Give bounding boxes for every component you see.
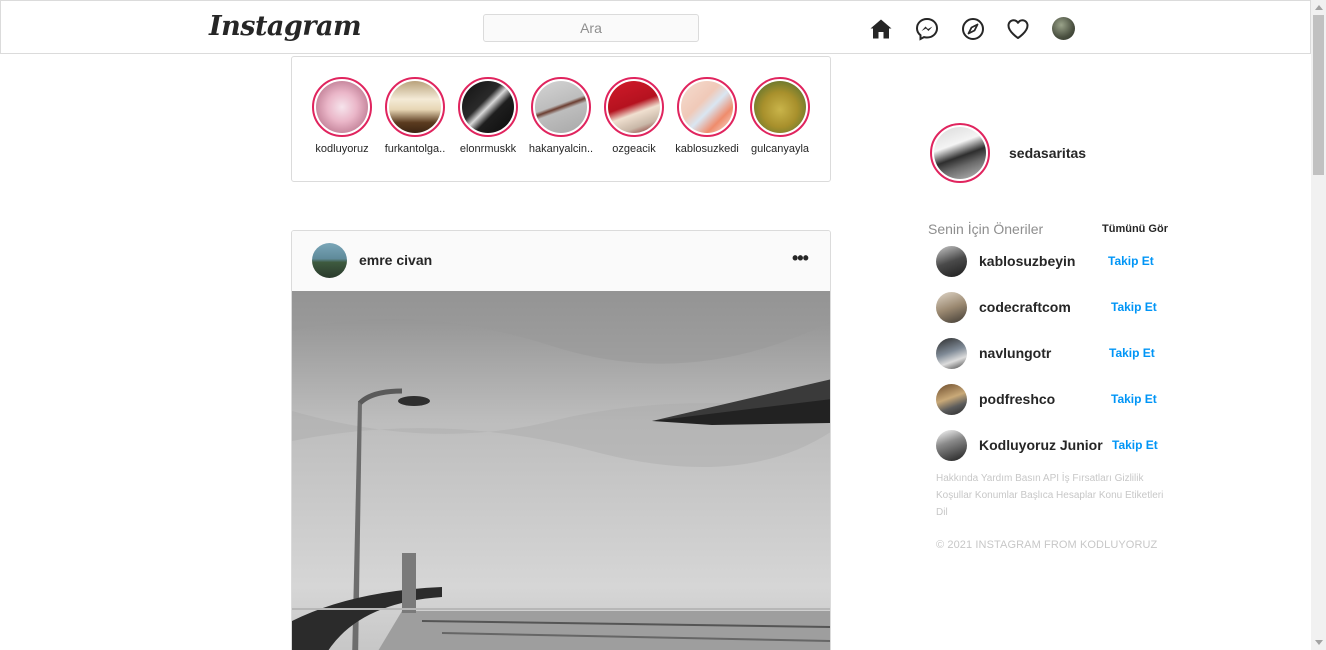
heart-icon[interactable] [1006,17,1030,41]
story-item[interactable]: ozgeacik [597,77,671,155]
explore-icon[interactable] [961,17,985,41]
scroll-up-arrow-icon[interactable] [1315,5,1323,10]
home-icon[interactable] [869,17,893,41]
suggestion-row: Kodluyoruz Junior Takip Et [936,430,1176,462]
story-avatar [608,81,660,133]
suggestions-title: Senin İçin Öneriler [928,221,1044,237]
suggestion-row: codecraftcom Takip Et [936,292,1176,324]
page-scrollbar[interactable] [1311,0,1326,650]
story-avatar [389,81,441,133]
story-ring[interactable] [458,77,518,137]
feed-post: emre civan ••• [291,230,831,650]
follow-button[interactable]: Takip Et [1112,438,1158,452]
suggestion-row: podfreshco Takip Et [936,384,1176,416]
story-item[interactable]: hakanyalcin.. [524,77,598,155]
see-all-link[interactable]: Tümünü Gör [1102,223,1168,235]
suggestion-avatar[interactable] [936,246,967,277]
search-input[interactable] [483,14,699,42]
story-username: kodluyoruz [315,143,369,155]
story-username: hakanyalcin.. [528,143,594,155]
story-item[interactable]: gulcanyayla [743,77,817,155]
scroll-down-arrow-icon[interactable] [1315,640,1323,645]
story-username: furkantolga.. [384,143,446,155]
story-avatar [754,81,806,133]
story-item[interactable]: kodluyoruz [305,77,379,155]
top-nav-bar: Instagram [0,0,1311,54]
follow-button[interactable]: Takip Et [1109,346,1155,360]
suggestion-avatar[interactable] [936,292,967,323]
follow-button[interactable]: Takip Et [1108,254,1154,268]
current-user-avatar-image [934,127,986,179]
story-item[interactable]: elonrmuskk [451,77,525,155]
story-ring[interactable] [604,77,664,137]
story-username: ozgeacik [612,143,656,155]
story-avatar [462,81,514,133]
stories-tray: kodluyoruz furkantolga.. elonrmuskk haka… [291,56,831,182]
suggestion-username[interactable]: navlungotr [979,345,1051,361]
more-options-icon[interactable]: ••• [792,249,809,267]
story-avatar [316,81,368,133]
footer-links[interactable]: Hakkında Yardım Basın API İş Fırsatları … [936,470,1166,521]
post-header: emre civan ••• [292,231,830,291]
story-ring[interactable] [385,77,445,137]
follow-button[interactable]: Takip Et [1111,300,1157,314]
post-author-name[interactable]: emre civan [359,252,432,268]
profile-avatar[interactable] [1052,17,1075,40]
story-ring[interactable] [750,77,810,137]
story-username: kablosuzkedi [675,143,739,155]
suggestion-avatar[interactable] [936,338,967,369]
suggestion-avatar[interactable] [936,430,967,461]
current-user-avatar[interactable] [930,123,990,183]
suggestion-username[interactable]: podfreshco [979,391,1055,407]
suggestion-username[interactable]: kablosuzbeyin [979,253,1075,269]
suggestion-row: navlungotr Takip Et [936,338,1176,370]
post-author-avatar[interactable] [312,243,347,278]
story-item[interactable]: furkantolga.. [378,77,452,155]
messenger-icon[interactable] [915,17,939,41]
story-ring[interactable] [677,77,737,137]
suggestion-username[interactable]: codecraftcom [979,299,1071,315]
follow-button[interactable]: Takip Et [1111,392,1157,406]
story-ring[interactable] [312,77,372,137]
story-item[interactable]: kablosuzkedi [670,77,744,155]
post-image[interactable] [292,291,831,650]
story-username: elonrmuskk [459,143,517,155]
suggestion-row: kablosuzbeyin Takip Et [936,246,1176,278]
story-avatar [681,81,733,133]
suggestion-username[interactable]: Kodluyoruz Junior [979,437,1103,453]
story-avatar [535,81,587,133]
story-username: gulcanyayla [750,143,810,155]
copyright-text: © 2021 INSTAGRAM FROM KODLUYORUZ [936,539,1158,551]
current-user-name[interactable]: sedasaritas [1009,145,1086,161]
story-ring[interactable] [531,77,591,137]
instagram-logo[interactable]: Instagram [209,11,362,42]
scrollbar-thumb[interactable] [1313,15,1324,175]
suggestion-avatar[interactable] [936,384,967,415]
